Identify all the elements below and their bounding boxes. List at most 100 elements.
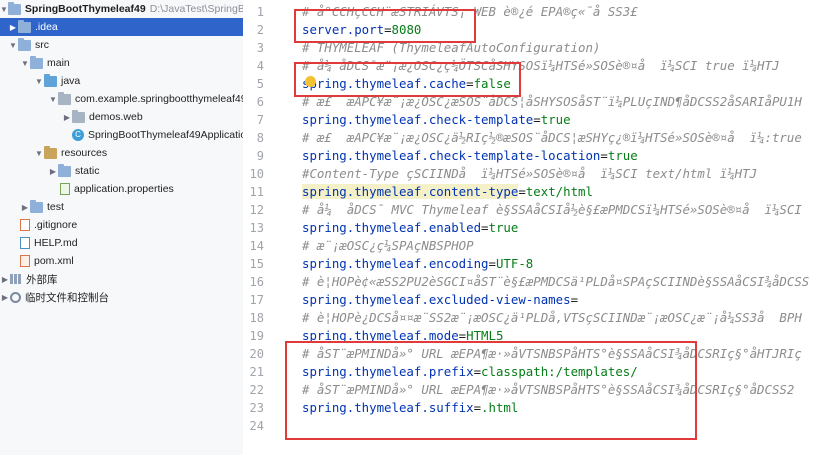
- chevron-right-icon[interactable]: ▶: [62, 113, 72, 122]
- tree-item-resources[interactable]: ▼ resources: [0, 144, 243, 162]
- tree-item-static[interactable]: ▶ static: [0, 162, 243, 180]
- tree-item-demos-web[interactable]: ▶ demos.web: [0, 108, 243, 126]
- project-root-path: D:\JavaTest\SpringBootTh: [149, 3, 243, 15]
- tree-item-label: SpringBootThymeleaf49Application: [88, 129, 244, 141]
- project-root-name: SpringBootThymeleaf49: [24, 3, 146, 15]
- property-key: spring.thymeleaf.check-template-location: [302, 148, 601, 163]
- tree-item-application-properties[interactable]: application.properties: [0, 180, 243, 198]
- package-icon: [72, 109, 85, 123]
- property-line[interactable]: spring.thymeleaf.enabled=true: [302, 219, 518, 237]
- comment-line[interactable]: # å¼ åDCS¯ MVC Thymeleaf è§SSAåCSIå½è§£æ…: [302, 201, 802, 219]
- comment-line[interactable]: # æ£ æAPC¥æ¨¡æ¿OSC¿ä½RIç½®æSOS¨åDCS¦æSHY…: [302, 129, 802, 147]
- property-line[interactable]: spring.thymeleaf.content-type=text/html: [302, 183, 593, 201]
- line-number: 12: [249, 203, 264, 217]
- line-number: 4: [256, 59, 264, 73]
- tree-item-label: HELP.md: [34, 237, 78, 249]
- property-key: spring.thymeleaf.enabled: [302, 220, 482, 235]
- project-root[interactable]: ▼ SpringBootThymeleaf49 D:\JavaTest\Spri…: [0, 0, 243, 18]
- tree-item-src[interactable]: ▼ src: [0, 36, 243, 54]
- line-number: 22: [249, 383, 264, 397]
- tree-item-label: pom.xml: [34, 255, 74, 267]
- line-number: 3: [256, 41, 264, 55]
- tree-item-label: .gitignore: [34, 219, 78, 231]
- tree-item-label: application.properties: [74, 183, 174, 195]
- folder-icon: [18, 37, 31, 51]
- annotation-box-port: [294, 9, 476, 43]
- code-editor[interactable]: spring.thymeleaf.suffix=.html # åST¨æPMIN…: [285, 0, 839, 455]
- tree-item-external-libraries[interactable]: ▶ 外部库: [0, 270, 243, 288]
- line-number: 20: [249, 347, 264, 361]
- chevron-down-icon[interactable]: ▼: [20, 59, 30, 68]
- folder-icon: [30, 55, 43, 69]
- chevron-right-icon[interactable]: ▶: [0, 275, 10, 284]
- tree-item-label: src: [35, 39, 49, 51]
- tree-item-label: 临时文件和控制台: [25, 291, 109, 304]
- comment-line[interactable]: #Content-Type çSCIINDå ï¼HTSé»SOSè®¤å ï¼…: [302, 165, 757, 183]
- property-value: true: [540, 112, 571, 127]
- tree-item-label: .idea: [35, 21, 58, 33]
- chevron-down-icon[interactable]: ▼: [34, 77, 44, 86]
- property-line[interactable]: spring.thymeleaf.check-template-location…: [302, 147, 638, 165]
- line-number: 10: [249, 167, 264, 181]
- project-tree: ▼ SpringBootThymeleaf49 D:\JavaTest\Spri…: [0, 0, 244, 455]
- chevron-down-icon[interactable]: ▼: [34, 149, 44, 158]
- property-key: spring.thymeleaf.encoding: [302, 256, 489, 271]
- folder-icon: [18, 19, 31, 33]
- property-line[interactable]: spring.thymeleaf.check-template=true: [302, 111, 571, 129]
- chevron-right-icon[interactable]: ▶: [48, 167, 58, 176]
- properties-file-icon: [60, 183, 70, 195]
- chevron-right-icon[interactable]: ▶: [8, 23, 18, 32]
- property-value: true: [488, 220, 519, 235]
- property-key: spring.thymeleaf.check-template: [302, 112, 534, 127]
- line-number: 17: [249, 293, 264, 307]
- property-value: UTF-8: [495, 256, 534, 271]
- scratches-icon: [10, 291, 21, 303]
- comment-line[interactable]: # è¦HOPè¢«æSS2PU2èSGCI¤åST¨è§£æPMDCSä¹PL…: [302, 273, 809, 291]
- annotation-box-cache: [294, 62, 521, 97]
- tree-item-package[interactable]: ▼ com.example.springbootthymeleaf49: [0, 90, 244, 108]
- folder-icon: [30, 199, 43, 213]
- property-line[interactable]: spring.thymeleaf.encoding=UTF-8: [302, 255, 533, 273]
- tree-item-pom-xml[interactable]: pom.xml: [0, 252, 243, 270]
- property-line[interactable]: spring.thymeleaf.excluded-view-names=: [302, 291, 578, 309]
- property-key: spring.thymeleaf.excluded-view-names: [302, 292, 571, 307]
- line-number: 19: [249, 329, 264, 343]
- chevron-down-icon[interactable]: ▼: [48, 95, 58, 104]
- tree-item-label: static: [75, 165, 100, 177]
- folder-icon: [7, 1, 21, 15]
- line-number: 6: [256, 95, 264, 109]
- tree-item-test[interactable]: ▶ test: [0, 198, 243, 216]
- comment-text: #Content-Type çSCIINDå ï¼HTSé»SOSè®¤å ï¼…: [302, 166, 758, 181]
- line-number: 14: [249, 239, 264, 253]
- tree-item-main[interactable]: ▼ main: [0, 54, 243, 72]
- equals-sign: =: [518, 184, 526, 199]
- line-number: 9: [256, 149, 264, 163]
- chevron-right-icon[interactable]: ▶: [20, 203, 30, 212]
- gitignore-file-icon: [20, 219, 30, 231]
- line-number: 11: [249, 185, 264, 199]
- tree-item-label: main: [47, 57, 70, 69]
- chevron-down-icon[interactable]: ▼: [0, 5, 8, 14]
- line-number: 2: [256, 23, 264, 37]
- annotation-box-mode-prefix-suffix: [285, 341, 697, 440]
- tree-item-java[interactable]: ▼ java: [0, 72, 243, 90]
- tree-item-label: resources: [61, 147, 108, 159]
- tree-item-label: com.example.springbootthymeleaf49: [75, 93, 244, 105]
- line-number: 15: [249, 257, 264, 271]
- line-number: 13: [249, 221, 264, 235]
- tree-item-idea[interactable]: ▶ .idea: [0, 18, 243, 36]
- tree-item-gitignore[interactable]: .gitignore: [0, 216, 243, 234]
- comment-line[interactable]: # è¦HOPè¿DCSå¤¤æ¨SS2æ¨¡æOSC¿ä¹PLDå,VTSçS…: [302, 309, 802, 327]
- tree-item-application-class[interactable]: C SpringBootThymeleaf49Application: [0, 126, 244, 144]
- comment-text: # è¦HOPè¿DCSå¤¤æ¨SS2æ¨¡æOSC¿ä¹PLDå,VTSçS…: [302, 310, 802, 325]
- chevron-right-icon[interactable]: ▶: [0, 293, 10, 302]
- equals-sign: =: [488, 256, 496, 271]
- package-icon: [58, 91, 71, 105]
- comment-line[interactable]: # æ¨¡æOSC¿ç¼SPAçNBSPHOP: [302, 237, 474, 255]
- tree-item-help-md[interactable]: HELP.md: [0, 234, 243, 252]
- tree-item-scratches[interactable]: ▶ 临时文件和控制台: [0, 288, 243, 306]
- comment-text: # å¼ åDCS¯ MVC Thymeleaf è§SSAåCSIå½è§£æ…: [302, 202, 802, 217]
- chevron-down-icon[interactable]: ▼: [8, 41, 18, 50]
- line-number: 18: [249, 311, 264, 325]
- source-folder-icon: [44, 73, 57, 87]
